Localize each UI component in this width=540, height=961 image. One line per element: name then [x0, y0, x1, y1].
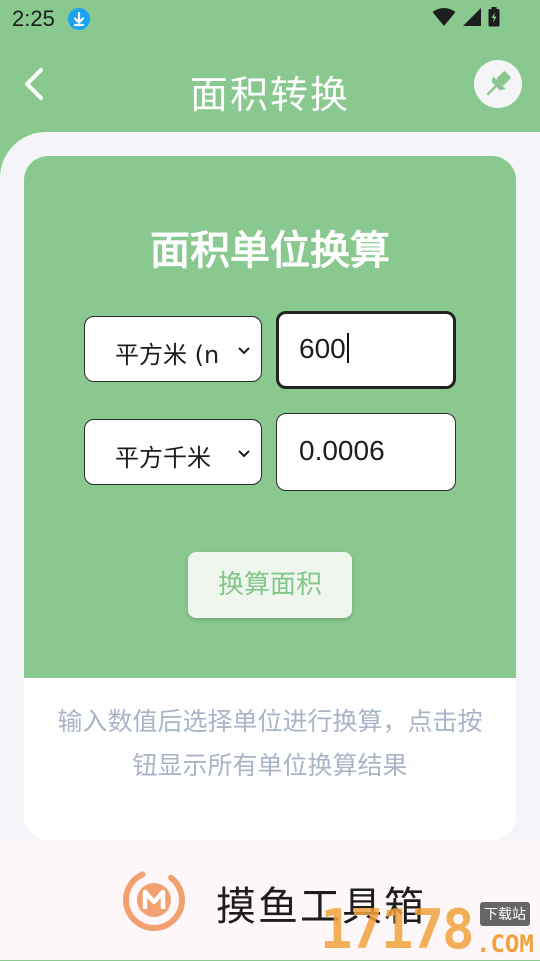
from-unit-select[interactable]: 平方米 (n	[84, 316, 262, 382]
download-icon	[68, 8, 90, 30]
convert-area-button[interactable]: 换算面积	[188, 552, 352, 618]
from-value-input[interactable]: 600	[276, 311, 456, 389]
card-title: 面积单位换算	[150, 228, 390, 274]
wifi-icon	[432, 7, 456, 31]
app-footer: 摸鱼工具箱 17178 下载站 .COM	[0, 840, 540, 961]
status-bar: 2:25	[0, 0, 540, 38]
page-title: 面积转换	[189, 73, 350, 117]
from-value-text: 600	[299, 333, 346, 364]
to-unit-select[interactable]: 平方千米	[84, 419, 262, 485]
watermark-badge: 下载站	[480, 902, 530, 926]
watermark-com: .COM	[476, 930, 534, 958]
pin-button[interactable]	[474, 60, 522, 108]
to-value-input[interactable]: 0.0006	[276, 413, 456, 491]
app-header: 面积转换	[0, 38, 540, 130]
hint-text: 输入数值后选择单位进行换算，点击按钮显示所有单位换算结果	[57, 707, 483, 780]
converter-card: 面积单位换算 平方米 (n 600 平方千米 0.0006 换算面积 输入数值后…	[24, 156, 516, 840]
text-cursor	[346, 333, 349, 363]
cellular-signal-icon	[462, 7, 482, 31]
chevron-down-icon	[237, 446, 251, 460]
pin-icon	[474, 71, 522, 112]
to-unit-selected: 平方千米	[115, 444, 211, 472]
status-time: 2:25	[12, 6, 55, 31]
to-value-text: 0.0006	[299, 435, 385, 466]
battery-icon	[488, 7, 500, 31]
app-logo-icon	[122, 868, 186, 932]
from-unit-selected: 平方米 (n	[115, 341, 219, 369]
watermark-logo: 17178	[320, 898, 475, 961]
chevron-down-icon	[237, 343, 251, 357]
